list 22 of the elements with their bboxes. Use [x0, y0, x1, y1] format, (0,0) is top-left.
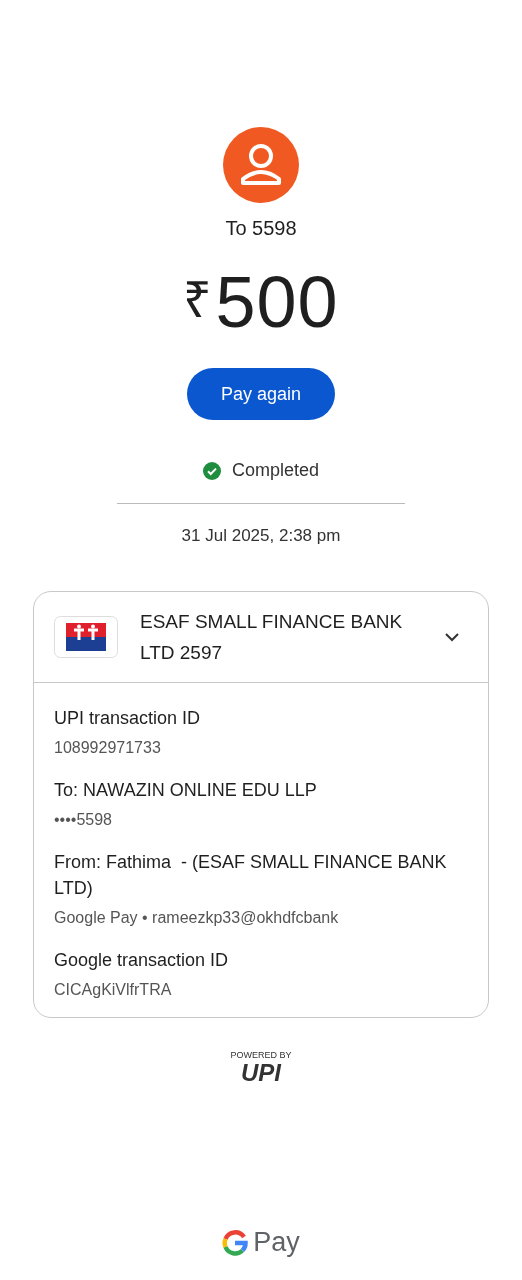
- chevron-icon[interactable]: [444, 632, 460, 642]
- detail-value: 108992971733: [54, 738, 162, 758]
- detail-value: ••••5598: [54, 810, 113, 830]
- brand-name: Pay: [253, 1227, 300, 1258]
- transaction-date: 31 Jul 2025, 2:38 pm: [117, 503, 405, 546]
- bank-logo-icon: [54, 616, 118, 658]
- upi-caption: POWERED BY: [230, 1050, 292, 1060]
- avatar-icon: [223, 127, 299, 203]
- check-circle-icon: [202, 461, 221, 480]
- status-label: Completed: [231, 460, 319, 481]
- amount: $^{₹}$500: [183, 261, 339, 342]
- recipient-name: To 5598: [225, 217, 297, 240]
- detail-label: To: NAWAZIN ONLINE EDU LLP: [54, 779, 318, 802]
- upi-mark: UPI: [241, 1060, 281, 1086]
- detail-label: Google transaction ID: [54, 949, 230, 972]
- google-g-icon: [222, 1229, 249, 1256]
- detail-value: Google Pay • rameezkp33@okhdfcbank: [54, 908, 340, 928]
- detail-value: CICAgKiVlfrTRA: [54, 980, 173, 1000]
- detail-label: From: Fathima - (ESAF SMALL FINANCE BANK LTD): [54, 851, 448, 900]
- bank-account-name: ESAF SMALL FINANCE BANK LTD 2597: [140, 610, 404, 665]
- detail-label: UPI transaction ID: [54, 707, 202, 730]
- pay-again-button[interactable]: Pay again: [187, 368, 335, 420]
